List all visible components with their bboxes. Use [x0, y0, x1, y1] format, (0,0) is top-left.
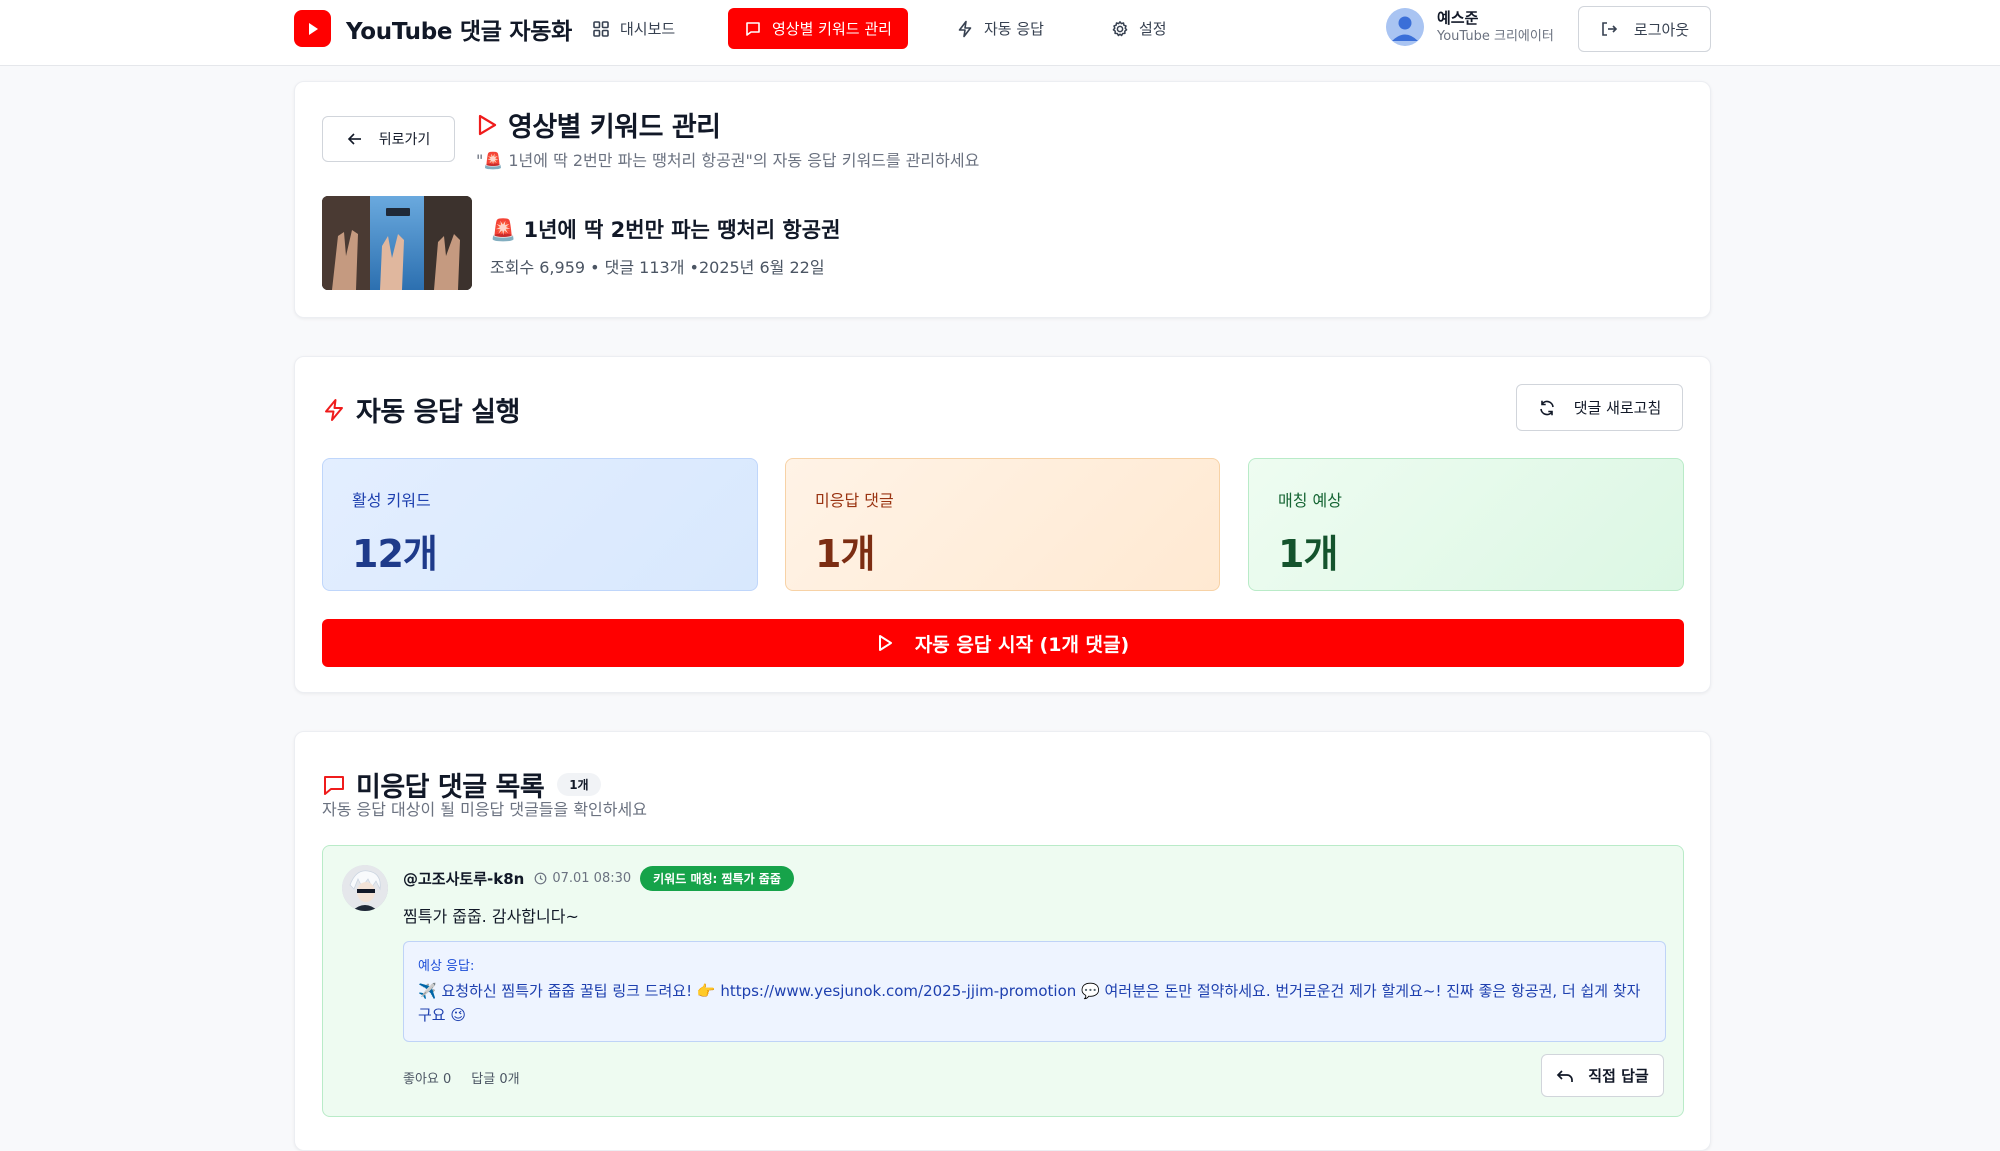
- unanswered-comments-card: 미응답 댓글 목록 1개 자동 응답 대상이 될 미응답 댓글들을 확인하세요 …: [294, 731, 1711, 1151]
- page-subtitle: "🚨 1년에 딱 2번만 파는 땡처리 항공권"의 자동 응답 키워드를 관리하…: [476, 151, 980, 170]
- youtube-logo-icon: [294, 10, 331, 47]
- gear-icon: [1112, 20, 1128, 36]
- zap-icon: [958, 20, 972, 37]
- direct-reply-button[interactable]: 직접 답글: [1541, 1054, 1664, 1097]
- nav-item-label: 대시보드: [620, 20, 676, 38]
- nav-item-dashboard[interactable]: 대시보드: [576, 8, 691, 49]
- video-thumbnail[interactable]: [322, 196, 472, 290]
- back-label: 뒤로가기: [378, 132, 431, 148]
- comment-time-text: 07.01 08:30: [552, 871, 632, 886]
- stat-label: 활성 키워드: [352, 491, 431, 510]
- logout-label: 로그아웃: [1633, 20, 1690, 39]
- reply-label: 직접 답글: [1588, 1067, 1649, 1085]
- video-meta: 조회수 6,959 • 댓글 113개 •2025년 6월 22일: [490, 258, 825, 277]
- expected-reply-box: 예상 응답: ✈️ 요청하신 찜특가 줍줍 꿀팁 링크 드려요! 👉 https…: [403, 941, 1666, 1042]
- section-description: 자동 응답 대상이 될 미응답 댓글들을 확인하세요: [322, 800, 647, 819]
- logout-button[interactable]: 로그아웃: [1578, 6, 1711, 52]
- app-title: YouTube 댓글 자동화: [346, 18, 572, 45]
- commenter-avatar: [342, 865, 388, 911]
- back-button[interactable]: 뒤로가기: [322, 116, 455, 162]
- zap-icon: [325, 398, 343, 421]
- comment-time: 07.01 08:30: [534, 871, 631, 886]
- nav-item-keyword-management[interactable]: 영상별 키워드 관리: [728, 8, 908, 49]
- stat-label: 미응답 댓글: [815, 491, 894, 510]
- reply-icon: [1557, 1069, 1574, 1082]
- keyword-match-badge: 키워드 매칭: 찜특가 줍줍: [640, 866, 794, 891]
- play-icon: [878, 635, 892, 651]
- message-square-icon: [324, 775, 344, 795]
- nav-item-auto-reply[interactable]: 자동 응답: [940, 8, 1060, 49]
- comment-count-badge: 1개: [557, 773, 601, 796]
- message-square-icon: [746, 21, 760, 36]
- comment-replies: 답글 0개: [471, 1072, 520, 1087]
- refresh-label: 댓글 새로고침: [1573, 399, 1662, 417]
- play-icon: [478, 114, 497, 135]
- section-title: 자동 응답 실행: [356, 397, 520, 428]
- arrow-left-icon: [347, 133, 361, 145]
- stat-value: 1개: [1278, 532, 1338, 576]
- grid-icon: [593, 20, 609, 37]
- comment-item: @고조사토루-k8n 07.01 08:30 키워드 매칭: 찜특가 줍줍 찜특…: [322, 845, 1684, 1117]
- comment-likes: 좋아요 0: [403, 1072, 452, 1087]
- comment-text: 찜특가 줍줍. 감사합니다~: [403, 907, 579, 926]
- nav-item-label: 영상별 키워드 관리: [772, 20, 892, 38]
- nav-item-settings[interactable]: 설정: [1095, 8, 1183, 49]
- refresh-icon: [1539, 400, 1554, 415]
- video-title: 🚨 1년에 딱 2번만 파는 땡처리 항공권: [490, 218, 841, 242]
- logout-icon: [1602, 22, 1618, 36]
- comment-author[interactable]: @고조사토루-k8n: [403, 868, 524, 889]
- start-label: 자동 응답 시작 (1개 댓글): [914, 633, 1130, 656]
- stat-unanswered-comments: 미응답 댓글 1개: [785, 458, 1220, 591]
- page-title: 영상별 키워드 관리: [508, 112, 721, 143]
- stat-label: 매칭 예상: [1278, 491, 1342, 510]
- avatar: [1386, 8, 1424, 46]
- stat-value: 1개: [815, 532, 875, 576]
- stat-value: 12개: [352, 532, 438, 576]
- start-auto-reply-button[interactable]: 자동 응답 시작 (1개 댓글): [322, 619, 1684, 667]
- user-profile[interactable]: 예스준 YouTube 크리에이터: [1386, 8, 1554, 46]
- expected-reply-text: ✈️ 요청하신 찜특가 줍줍 꿀팁 링크 드려요! 👉 https://www.…: [418, 982, 1641, 1024]
- user-name: 예스준: [1437, 9, 1479, 28]
- video-header-card: 뒤로가기 영상별 키워드 관리 "🚨 1년에 딱 2번만 파는 땡처리 항공권"…: [294, 81, 1711, 318]
- auto-reply-card: 자동 응답 실행 댓글 새로고침 활성 키워드 12개 미응답 댓글 1개 매칭…: [294, 356, 1711, 693]
- nav-item-label: 설정: [1139, 20, 1167, 38]
- refresh-comments-button[interactable]: 댓글 새로고침: [1516, 384, 1683, 431]
- top-navigation-bar: YouTube 댓글 자동화 대시보드 영상별 키워드 관리 자동 응답 설정: [0, 0, 2000, 66]
- stat-expected-matches: 매칭 예상 1개: [1248, 458, 1684, 591]
- stat-active-keywords: 활성 키워드 12개: [322, 458, 758, 591]
- brand[interactable]: YouTube 댓글 자동화: [294, 10, 572, 47]
- user-role: YouTube 크리에이터: [1437, 29, 1554, 45]
- nav-item-label: 자동 응답: [984, 20, 1044, 38]
- clock-icon: [534, 872, 547, 885]
- expected-reply-label: 예상 응답:: [418, 959, 475, 974]
